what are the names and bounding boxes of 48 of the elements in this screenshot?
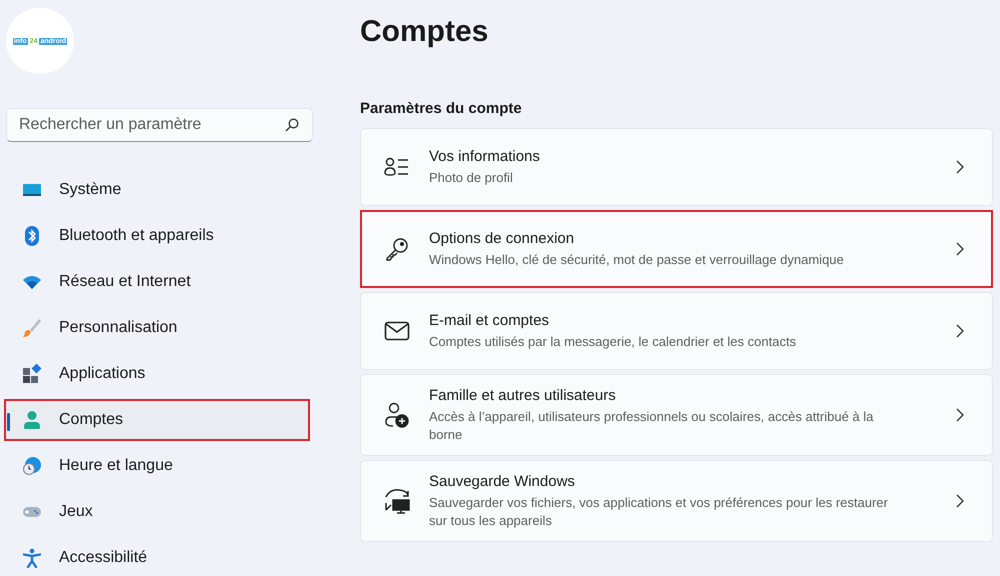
card-description: Comptes utilisés par la messagerie, le calendrier et les contacts	[429, 333, 798, 351]
settings-card[interactable]: Sauvegarde Windows Sauvegarder vos fichiers, vos applications et vos préférences pour les restaurer sur tous les appareils	[360, 460, 993, 542]
sidebar-item[interactable]: Heure et langue	[4, 448, 310, 484]
person-list-icon	[384, 157, 410, 177]
key-icon	[385, 237, 409, 261]
sidebar-item[interactable]: Réseau et Internet	[4, 264, 310, 300]
card-title: Options de connexion	[429, 229, 576, 248]
settings-card[interactable]: E-mail et comptes Comptes utilisés par la messagerie, le calendrier et les contacts	[360, 292, 993, 370]
card-description: Windows Hello, clé de sécurité, mot de passe et verrouillage dynamique	[429, 251, 845, 269]
sidebar-item[interactable]: Système	[4, 172, 310, 208]
apps-icon	[22, 364, 42, 384]
card-description: Photo de profil	[429, 169, 514, 187]
sidebar-item[interactable]: Bluetooth et appareils	[4, 218, 310, 254]
settings-card[interactable]: Options de connexion Windows Hello, clé de sécurité, mot de passe et verrouillage dynamique	[360, 210, 993, 288]
globe-clock-icon	[22, 456, 42, 476]
brush-icon	[22, 318, 42, 338]
accessibility-icon	[23, 548, 41, 568]
sidebar-item[interactable]: Jeux	[4, 494, 310, 530]
settings-card[interactable]: Famille et autres utilisateurs Accès à l’appareil, utilisateurs professionnels ou scolaires, accès attribué à la borne	[360, 374, 993, 456]
settings-card[interactable]: Vos informations Photo de profil	[360, 128, 993, 206]
card-title: Vos informations	[429, 147, 541, 166]
chevron-right-icon	[956, 408, 964, 422]
person-add-icon	[384, 402, 410, 428]
card-title: E-mail et comptes	[429, 311, 550, 330]
gamepad-icon	[22, 505, 42, 519]
chevron-right-icon	[956, 324, 964, 338]
card-description: Sauvegarder vos fichiers, vos applications et vos préférences pour les restaurer sur tous les appareils	[429, 494, 889, 530]
selection-indicator	[7, 413, 10, 431]
person-icon	[22, 410, 42, 430]
sidebar-item[interactable]: Accessibilité	[4, 540, 310, 576]
sidebar-item[interactable]: Personnalisation	[4, 310, 310, 346]
chevron-right-icon	[956, 160, 964, 174]
envelope-icon	[384, 321, 410, 341]
bluetooth-icon	[24, 226, 40, 246]
card-description: Accès à l’appareil, utilisateurs professionnels ou scolaires, accès attribué à la borne	[429, 408, 874, 444]
sidebar-item[interactable]: Applications	[4, 356, 310, 392]
monitor-icon	[22, 182, 42, 198]
sidebar-item[interactable]: Comptes	[4, 399, 310, 441]
chevron-right-icon	[956, 242, 964, 256]
backup-sync-icon	[383, 488, 411, 514]
search-field[interactable]: Rechercher un paramètre	[6, 108, 313, 142]
chevron-right-icon	[956, 494, 964, 508]
wifi-icon	[22, 274, 42, 290]
search-icon	[285, 118, 299, 132]
card-title: Sauvegarde Windows	[429, 472, 576, 491]
page-title: Comptes	[360, 14, 490, 50]
card-title: Famille et autres utilisateurs	[429, 386, 617, 405]
section-heading: Paramètres du compte	[360, 100, 523, 118]
